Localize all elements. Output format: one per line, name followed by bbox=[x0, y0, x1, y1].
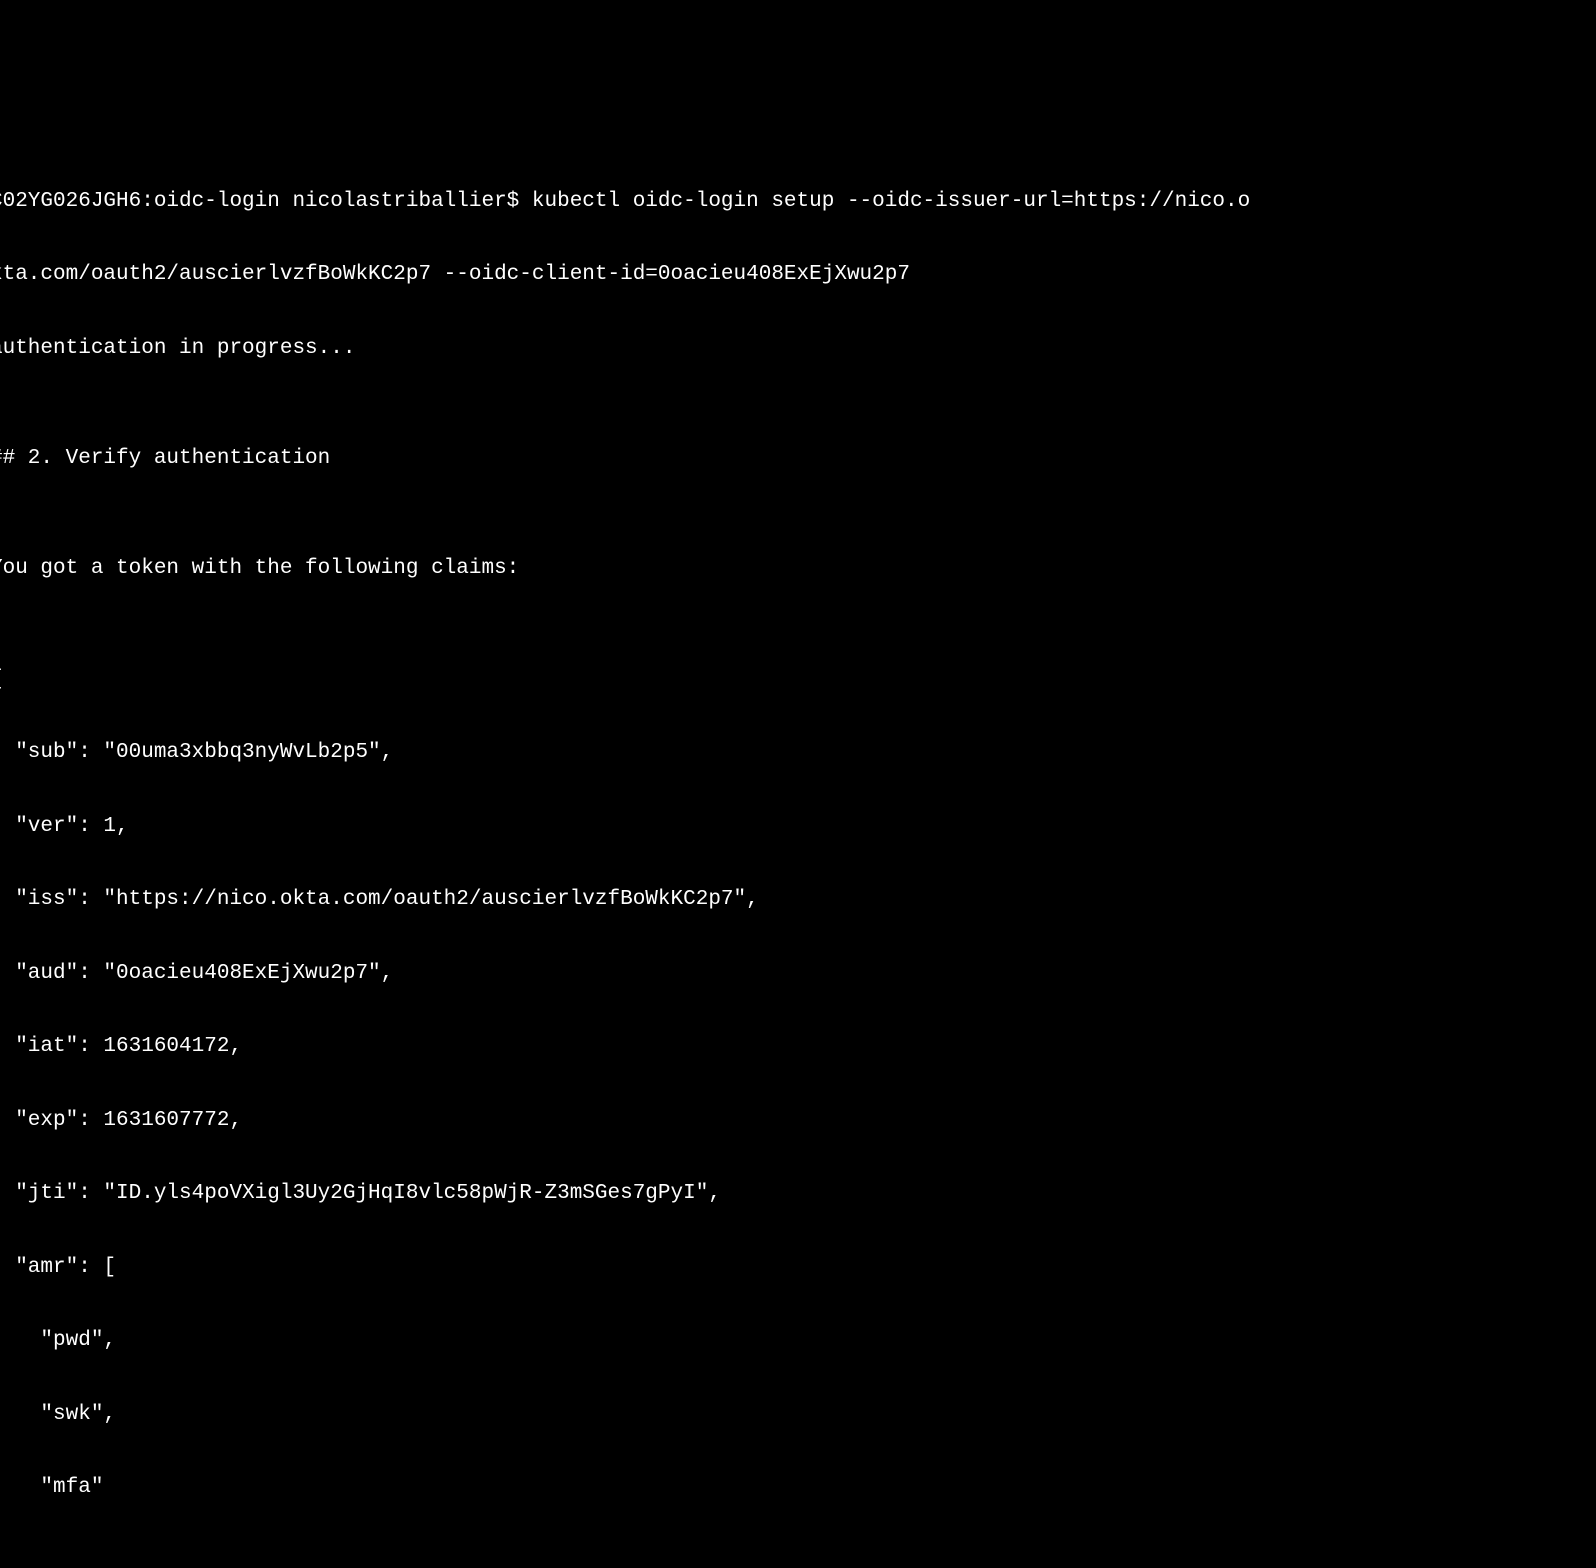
terminal-line: "exp": 1631607772, bbox=[0, 1103, 1596, 1140]
terminal-line: "amr": [ bbox=[0, 1250, 1596, 1287]
terminal-line: "swk", bbox=[0, 1397, 1596, 1434]
terminal-line: "pwd", bbox=[0, 1323, 1596, 1360]
terminal-output[interactable]: C02YG026JGH6:oidc-login nicolastriballie… bbox=[0, 147, 1596, 1544]
terminal-line: authentication in progress... bbox=[0, 331, 1596, 368]
terminal-line: You got a token with the following claim… bbox=[0, 551, 1596, 588]
terminal-line: ## 2. Verify authentication bbox=[0, 441, 1596, 478]
terminal-line: C02YG026JGH6:oidc-login nicolastriballie… bbox=[0, 184, 1596, 221]
terminal-line: kta.com/oauth2/auscierlvzfBoWkKC2p7 --oi… bbox=[0, 257, 1596, 294]
terminal-line: "iss": "https://nico.okta.com/oauth2/aus… bbox=[0, 882, 1596, 919]
terminal-line: "sub": "00uma3xbbq3nyWvLb2p5", bbox=[0, 735, 1596, 772]
terminal-line: "ver": 1, bbox=[0, 809, 1596, 846]
terminal-line: "aud": "0oacieu408ExEjXwu2p7", bbox=[0, 956, 1596, 993]
terminal-line: "mfa" bbox=[0, 1470, 1596, 1507]
terminal-line: "iat": 1631604172, bbox=[0, 1029, 1596, 1066]
terminal-line: { bbox=[0, 662, 1596, 699]
terminal-line: "jti": "ID.yls4poVXigl3Uy2GjHqI8vlc58pWj… bbox=[0, 1176, 1596, 1213]
